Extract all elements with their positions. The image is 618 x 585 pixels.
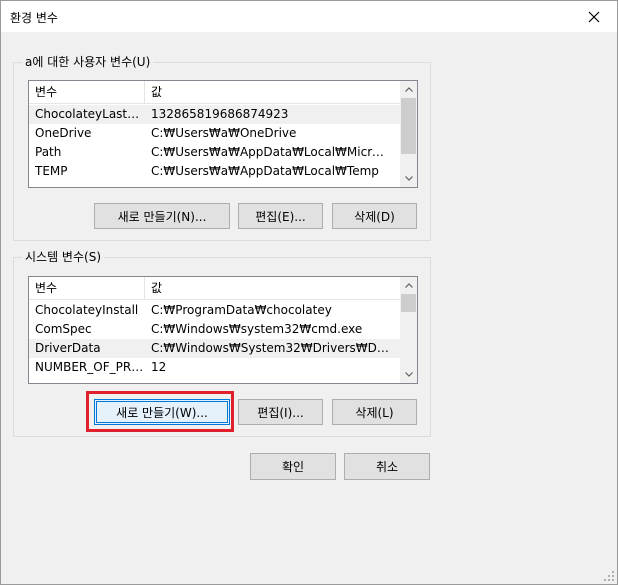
variable-name: ChocolateyLastPat... bbox=[35, 107, 145, 121]
user-variables-label: a에 대한 사용자 변수(U) bbox=[22, 55, 154, 69]
scroll-up-button[interactable] bbox=[400, 81, 417, 98]
table-row[interactable]: OneDrive C:₩Users₩a₩OneDrive bbox=[29, 124, 400, 143]
variable-value: C:₩ProgramData₩chocolatey bbox=[151, 303, 332, 317]
variable-name: DriverData bbox=[35, 341, 101, 355]
scroll-thumb[interactable] bbox=[401, 294, 416, 312]
variable-value: C:₩Windows₩System32₩Drivers₩DriverData bbox=[151, 341, 389, 355]
table-row[interactable]: Path C:₩Users₩a₩AppData₩Local₩Microsoft₩… bbox=[29, 143, 400, 162]
chevron-down-icon bbox=[404, 372, 413, 377]
chevron-down-icon bbox=[404, 176, 413, 181]
ok-button[interactable]: 확인 bbox=[250, 453, 336, 480]
column-header-name[interactable]: 변수 bbox=[29, 277, 145, 299]
table-row[interactable]: NUMBER_OF_PRO... 12 bbox=[29, 358, 400, 377]
scroll-up-button[interactable] bbox=[400, 277, 417, 294]
user-new-button[interactable]: 새로 만들기(N)... bbox=[94, 203, 230, 229]
list-header: 변수 값 bbox=[29, 277, 400, 300]
environment-variables-dialog: 환경 변수 a에 대한 사용자 변수(U) 변수 값 ChocolateyLas… bbox=[0, 0, 618, 585]
user-edit-button[interactable]: 편집(E)... bbox=[238, 203, 323, 229]
highlight-box bbox=[86, 391, 234, 432]
chevron-up-icon bbox=[404, 283, 413, 288]
variable-name: Path bbox=[35, 145, 62, 159]
variable-name: ComSpec bbox=[35, 322, 92, 336]
title-bar: 환경 변수 bbox=[1, 1, 617, 32]
variable-name: ChocolateyInstall bbox=[35, 303, 139, 317]
scroll-down-button[interactable] bbox=[400, 366, 417, 383]
vertical-scrollbar[interactable] bbox=[400, 81, 417, 187]
system-variables-label: 시스템 변수(S) bbox=[22, 250, 104, 264]
list-header: 변수 값 bbox=[29, 81, 400, 104]
scroll-thumb[interactable] bbox=[401, 98, 416, 154]
variable-value: 132865819686874923 bbox=[151, 107, 289, 121]
window-title: 환경 변수 bbox=[10, 11, 58, 25]
close-button[interactable] bbox=[571, 1, 617, 32]
table-row[interactable]: ComSpec C:₩Windows₩system32₩cmd.exe bbox=[29, 320, 400, 339]
table-row[interactable]: TEMP C:₩Users₩a₩AppData₩Local₩Temp bbox=[29, 162, 400, 181]
variable-value: C:₩Users₩a₩AppData₩Local₩Microsoft₩... bbox=[151, 145, 389, 159]
chevron-up-icon bbox=[404, 87, 413, 92]
system-delete-button[interactable]: 삭제(L) bbox=[332, 399, 417, 425]
table-row[interactable]: DriverData C:₩Windows₩System32₩Drivers₩D… bbox=[29, 339, 400, 358]
table-row[interactable]: ChocolateyLastPat... 132865819686874923 bbox=[29, 105, 400, 124]
column-header-value[interactable]: 값 bbox=[145, 277, 405, 299]
user-variables-group: a에 대한 사용자 변수(U) 변수 값 ChocolateyLastPat..… bbox=[13, 55, 431, 241]
variable-value: C:₩Users₩a₩OneDrive bbox=[151, 126, 297, 140]
variable-name: NUMBER_OF_PRO... bbox=[35, 360, 145, 374]
scroll-down-button[interactable] bbox=[400, 170, 417, 187]
column-header-value[interactable]: 값 bbox=[145, 81, 405, 103]
column-header-name[interactable]: 변수 bbox=[29, 81, 145, 103]
vertical-scrollbar[interactable] bbox=[400, 277, 417, 383]
table-row[interactable]: ChocolateyInstall C:₩ProgramData₩chocola… bbox=[29, 301, 400, 320]
system-edit-button[interactable]: 편집(I)... bbox=[238, 399, 323, 425]
variable-value: C:₩Users₩a₩AppData₩Local₩Temp bbox=[151, 164, 379, 178]
cancel-button[interactable]: 취소 bbox=[344, 453, 430, 480]
variable-name: OneDrive bbox=[35, 126, 92, 140]
variable-name: TEMP bbox=[35, 164, 68, 178]
resize-grip-icon[interactable] bbox=[603, 570, 615, 582]
variable-value: C:₩Windows₩system32₩cmd.exe bbox=[151, 322, 363, 336]
system-variables-list[interactable]: 변수 값 ChocolateyInstall C:₩ProgramData₩ch… bbox=[28, 276, 418, 384]
variable-value: 12 bbox=[151, 360, 167, 374]
close-icon bbox=[588, 11, 600, 22]
user-variables-list[interactable]: 변수 값 ChocolateyLastPat... 13286581968687… bbox=[28, 80, 418, 188]
user-delete-button[interactable]: 삭제(D) bbox=[332, 203, 417, 229]
